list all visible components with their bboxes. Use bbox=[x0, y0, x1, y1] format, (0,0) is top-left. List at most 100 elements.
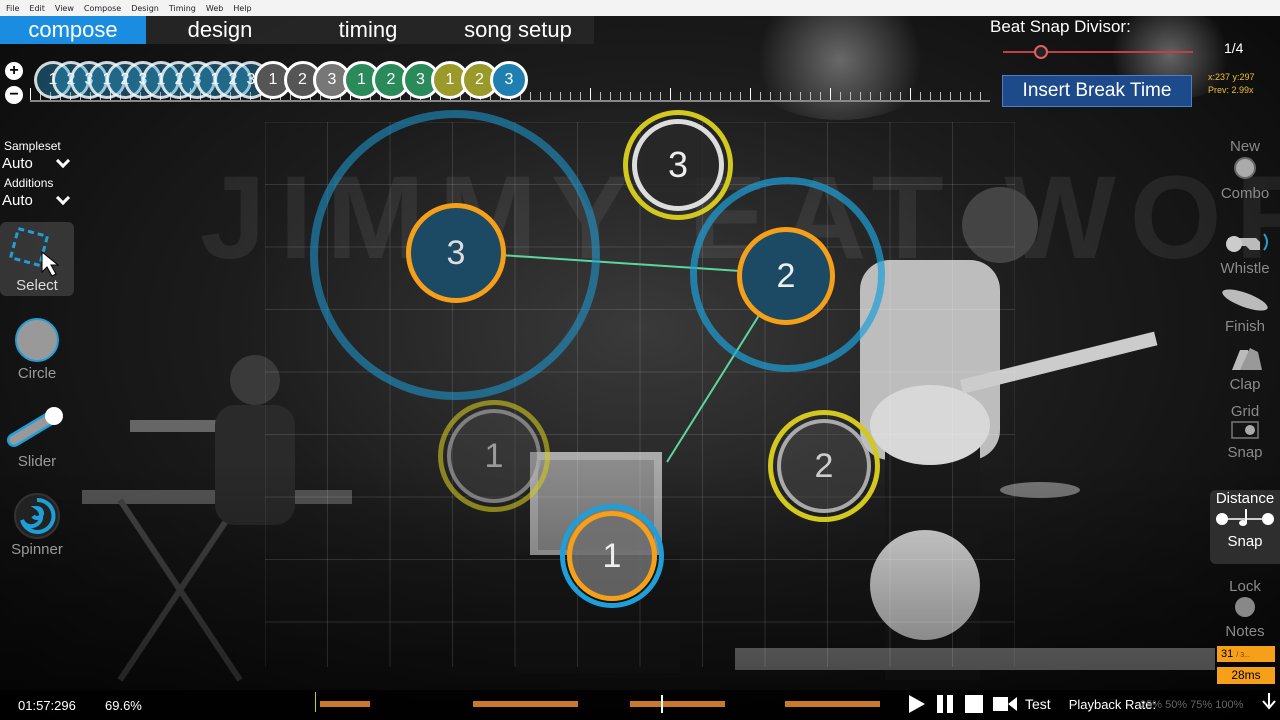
menu-web[interactable]: Web bbox=[206, 4, 223, 13]
whistle-label: Whistle bbox=[1220, 260, 1270, 277]
timeline-tick bbox=[710, 92, 711, 100]
tab-song-setup[interactable]: song setup bbox=[442, 16, 594, 44]
timeline-tick bbox=[560, 92, 561, 100]
tool-circle[interactable]: Circle bbox=[0, 310, 74, 384]
tab-design[interactable]: design bbox=[146, 16, 294, 44]
lock-notes-toggle[interactable]: Lock Notes bbox=[1210, 578, 1280, 640]
beat-snap-slider-thumb[interactable] bbox=[1034, 45, 1048, 59]
timeline-tick bbox=[910, 88, 911, 100]
beat-snap-slider[interactable] bbox=[1003, 51, 1193, 53]
timeline-tick bbox=[930, 92, 931, 100]
grid-snap-label-bottom: Snap bbox=[1227, 444, 1263, 461]
menu-timing[interactable]: Timing bbox=[169, 4, 196, 13]
new-combo-label-top: New bbox=[1229, 138, 1260, 155]
test-label[interactable]: Test bbox=[1025, 696, 1051, 712]
timeline-tick bbox=[900, 92, 901, 100]
timeline-hit-object-number: 3 bbox=[504, 71, 514, 88]
whistle-toggle[interactable]: Whistle bbox=[1210, 228, 1280, 277]
tab-timing[interactable]: timing bbox=[294, 16, 442, 44]
tool-select[interactable]: Select bbox=[0, 222, 74, 296]
timeline-tick bbox=[980, 92, 981, 100]
timeline-tick bbox=[860, 92, 861, 100]
menu-bar: File Edit View Compose Design Timing Web… bbox=[0, 0, 1280, 16]
object-count: 31 bbox=[1221, 648, 1234, 660]
new-combo-toggle[interactable]: New Combo bbox=[1210, 138, 1280, 202]
sampleset-label: Sampleset bbox=[4, 139, 61, 153]
timeline-tick bbox=[880, 92, 881, 100]
tool-slider[interactable]: Slider bbox=[0, 398, 74, 472]
grid-snap-toggle[interactable]: Grid Snap bbox=[1210, 403, 1280, 461]
hit-circle-selected[interactable]: 3 bbox=[406, 203, 506, 303]
menu-view[interactable]: View bbox=[55, 4, 74, 13]
tool-spinner-label: Spinner bbox=[11, 541, 63, 558]
stop-button[interactable] bbox=[963, 694, 985, 714]
new-combo-icon bbox=[1234, 157, 1256, 179]
finish-toggle[interactable]: Finish bbox=[1210, 286, 1280, 335]
hit-circle-number: 2 bbox=[814, 446, 834, 485]
timeline-hit-object[interactable]: 3 bbox=[490, 61, 528, 99]
additions-select[interactable]: Auto bbox=[2, 190, 74, 209]
timeline[interactable]: 123123123123123123123 bbox=[30, 58, 990, 106]
object-counter: 31 / 3... bbox=[1217, 646, 1275, 662]
beat-snap-value: 1/4 bbox=[1224, 40, 1244, 56]
distance-snap-toggle[interactable]: Distance Snap bbox=[1210, 490, 1280, 564]
progress-playhead[interactable] bbox=[661, 695, 664, 713]
zoom-out-button[interactable]: − bbox=[5, 86, 23, 104]
hit-circle-selected[interactable]: 2 bbox=[737, 227, 835, 325]
playfield[interactable]: 3 3 2 1 2 1 bbox=[265, 110, 1015, 667]
timeline-tick bbox=[890, 92, 891, 100]
finish-icon bbox=[1222, 289, 1268, 311]
timeline-tick bbox=[960, 92, 961, 100]
timeline-tick bbox=[570, 92, 571, 100]
tool-spinner[interactable]: Spinner bbox=[0, 486, 74, 560]
sampleset-select[interactable]: Auto bbox=[2, 153, 74, 172]
finish-label: Finish bbox=[1224, 318, 1265, 335]
hit-circle[interactable]: 3 bbox=[623, 110, 733, 220]
timeline-tick bbox=[650, 92, 651, 100]
kiai-segment bbox=[320, 701, 370, 707]
play-button[interactable] bbox=[905, 694, 927, 714]
timeline-tick bbox=[580, 92, 581, 100]
timeline-tick bbox=[790, 92, 791, 100]
current-time: 01:57:296 bbox=[18, 698, 76, 713]
spinner-icon bbox=[14, 493, 60, 539]
clap-label: Clap bbox=[1229, 376, 1261, 393]
play-icon bbox=[909, 695, 925, 713]
timeline-tick bbox=[770, 92, 771, 100]
kiai-segment bbox=[785, 701, 880, 707]
timeline-hit-object-number: 2 bbox=[475, 71, 484, 88]
zoom-in-button[interactable]: + bbox=[5, 62, 23, 80]
timeline-tick bbox=[920, 92, 921, 100]
clap-toggle[interactable]: Clap bbox=[1210, 344, 1280, 393]
menu-edit[interactable]: Edit bbox=[29, 4, 45, 13]
playback-rate-options[interactable]: 25% 50% 75% 100% bbox=[1140, 699, 1243, 711]
timeline-tick bbox=[720, 92, 721, 100]
timeline-tick bbox=[940, 92, 941, 100]
test-button[interactable] bbox=[992, 694, 1018, 714]
timeline-hit-object-number: 2 bbox=[386, 71, 396, 88]
menu-design[interactable]: Design bbox=[131, 4, 159, 13]
additions-label: Additions bbox=[4, 176, 54, 190]
insert-break-time-button[interactable]: Insert Break Time bbox=[1002, 75, 1192, 107]
tab-compose[interactable]: compose bbox=[0, 16, 146, 44]
menu-compose[interactable]: Compose bbox=[84, 4, 121, 13]
tool-select-label: Select bbox=[16, 277, 58, 294]
song-progress-bar[interactable] bbox=[160, 695, 880, 713]
menu-help[interactable]: Help bbox=[233, 4, 251, 13]
select-icon bbox=[8, 226, 60, 277]
latency-counter: 28ms bbox=[1217, 667, 1275, 684]
hit-circle[interactable]: 1 bbox=[438, 400, 550, 512]
menu-file[interactable]: File bbox=[6, 4, 19, 13]
mode-tabs: compose design timing song setup bbox=[0, 16, 594, 44]
hit-circle[interactable]: 2 bbox=[768, 410, 880, 522]
hit-circle-selected[interactable]: 1 bbox=[560, 504, 664, 608]
arrow-down-icon[interactable] bbox=[1262, 692, 1276, 710]
chevron-down-icon bbox=[55, 190, 71, 205]
distance-snap-label-bottom: Snap bbox=[1227, 533, 1263, 550]
pause-button[interactable] bbox=[934, 694, 956, 714]
timeline-tick bbox=[760, 92, 761, 100]
timeline-hit-object-number: 3 bbox=[327, 71, 337, 88]
sampleset-value: Auto bbox=[2, 155, 33, 172]
timeline-hit-object-number: 1 bbox=[445, 71, 455, 88]
lock-notes-icon bbox=[1235, 597, 1255, 617]
